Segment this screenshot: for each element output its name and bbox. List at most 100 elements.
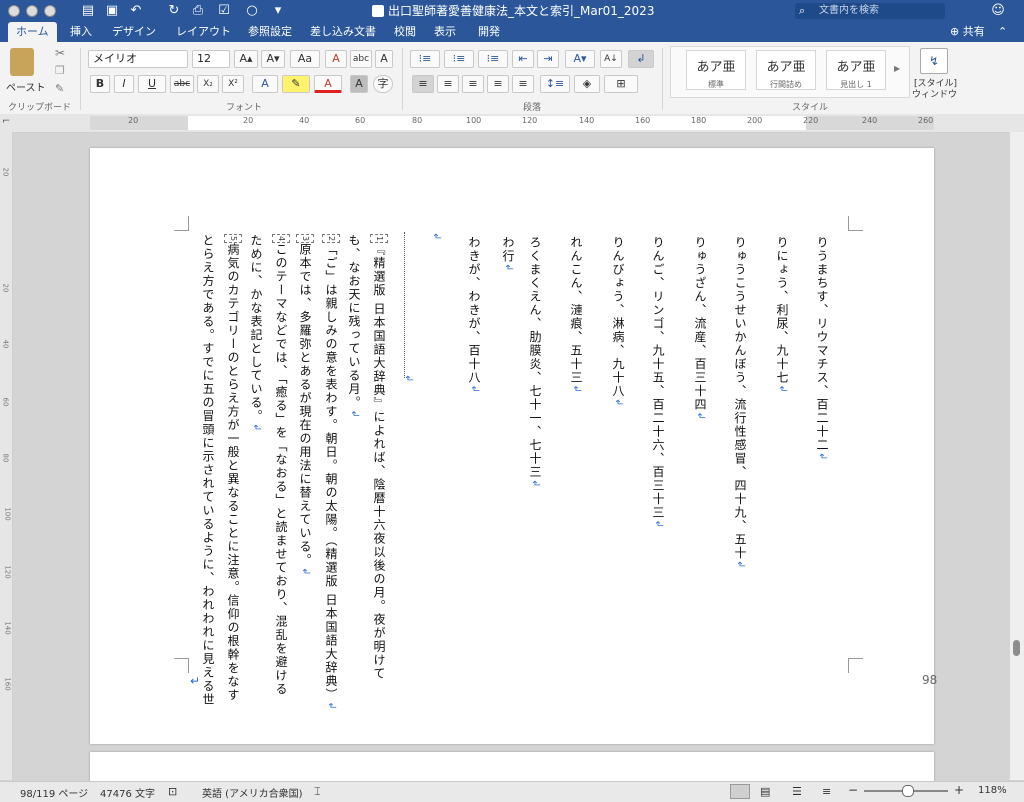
font-size-select[interactable]: 12 xyxy=(192,50,230,68)
zoom-window-button[interactable] xyxy=(44,5,56,17)
bold-button[interactable]: B xyxy=(90,75,110,93)
index-entry: りうまちす、リウマチス、百二十二↲ xyxy=(814,236,830,462)
scrollbar-thumb[interactable] xyxy=(1013,640,1020,656)
text-effects-button[interactable]: A xyxy=(252,75,278,93)
strikethrough-button[interactable]: abc xyxy=(170,75,194,93)
change-case-button[interactable]: Aa xyxy=(290,50,320,68)
undo-icon[interactable]: ↶ xyxy=(128,3,144,19)
draft-view-icon[interactable]: ≡ xyxy=(822,785,831,798)
collapse-ribbon-icon[interactable]: ⌃ xyxy=(998,22,1007,42)
next-page[interactable] xyxy=(90,752,934,782)
italic-button[interactable]: I xyxy=(114,75,134,93)
outline-view-icon[interactable]: ☰ xyxy=(792,785,802,798)
crop-mark xyxy=(848,216,863,231)
style-heading-1[interactable]: あア亜 見出し 1 xyxy=(826,50,886,90)
phonetic-guide-button[interactable]: abc xyxy=(350,50,372,68)
char-border-button[interactable]: A xyxy=(375,50,393,68)
word-count[interactable]: 47476 文字 xyxy=(100,785,155,800)
asian-layout-button[interactable]: A▾ xyxy=(565,50,595,68)
increase-indent-button[interactable]: ⇥ xyxy=(537,50,559,68)
styles-pane-icon[interactable]: ↯ xyxy=(920,48,948,74)
tab-review[interactable]: 校閲 xyxy=(394,22,416,42)
tab-design[interactable]: デザイン xyxy=(112,22,156,42)
styles-pane-label-2[interactable]: ウィンドウ xyxy=(912,87,957,100)
proofing-icon[interactable]: ⊡ xyxy=(168,785,177,798)
grow-font-button[interactable]: A▴ xyxy=(234,50,258,68)
web-layout-view-icon[interactable]: ▤ xyxy=(760,785,770,798)
line-spacing-button[interactable]: ↕≡ xyxy=(540,75,570,93)
show-marks-button[interactable]: ↲ xyxy=(628,50,654,68)
tab-home[interactable]: ホーム xyxy=(8,22,57,42)
style-name: 行間詰め xyxy=(770,80,802,89)
tab-view[interactable]: 表示 xyxy=(434,22,456,42)
footnote-number: 1 xyxy=(370,234,388,244)
cut-icon[interactable]: ✂ xyxy=(55,46,65,60)
borders-button[interactable]: ⊞ xyxy=(604,75,638,93)
page-count[interactable]: 98/119 ページ xyxy=(20,785,88,800)
tab-selector-icon[interactable]: ⌐ xyxy=(2,116,10,127)
style-no-spacing[interactable]: あア亜 行間詰め xyxy=(756,50,816,90)
minimize-window-button[interactable] xyxy=(26,5,38,17)
font-color-button[interactable]: A xyxy=(314,75,342,93)
distributed-button[interactable]: ≡ xyxy=(512,75,534,93)
shrink-font-button[interactable]: A▾ xyxy=(261,50,285,68)
zoom-in-icon[interactable]: + xyxy=(954,783,964,797)
font-name-select[interactable]: メイリオ xyxy=(88,50,188,68)
vertical-scrollbar[interactable] xyxy=(1010,132,1024,780)
document-page[interactable]: りうまちす、リウマチス、百二十二↲ りにょう、利尿、九十七↲ りゅうこうせいかん… xyxy=(90,148,937,744)
print-layout-view-icon[interactable] xyxy=(730,784,750,799)
align-right-button[interactable]: ≡ xyxy=(462,75,484,93)
zoom-level[interactable]: 118% xyxy=(978,785,1007,796)
paste-icon[interactable] xyxy=(10,48,34,76)
share-button[interactable]: ⊕ 共有 xyxy=(950,22,985,42)
paste-label: ペースト xyxy=(6,83,46,94)
char-shading-button[interactable]: A xyxy=(350,75,368,93)
language[interactable]: 英語 (アメリカ合衆国) xyxy=(202,785,302,800)
highlight-button[interactable]: ✎ xyxy=(282,75,310,93)
tab-mailings[interactable]: 差し込み文書 xyxy=(310,22,376,42)
numbering-button[interactable]: ⁝≡ xyxy=(444,50,474,68)
ruler-number: 20 xyxy=(1,283,10,293)
footnote-text: 病気のカテゴリーのとらえ方が一般と異なることに注意。信仰の根幹をなす xyxy=(226,243,240,703)
print-icon[interactable]: ⎙ xyxy=(190,3,206,19)
style-normal[interactable]: あア亜 標準 xyxy=(686,50,746,90)
underline-button[interactable]: U xyxy=(138,75,166,93)
copy-icon[interactable]: ❐ xyxy=(55,64,65,77)
zoom-slider-thumb[interactable] xyxy=(902,785,914,797)
styles-more-icon[interactable]: ▶ xyxy=(894,64,900,73)
clipboard-group-label: クリップボード xyxy=(8,103,72,113)
enclose-char-button[interactable]: 字 xyxy=(373,75,393,93)
tab-developer[interactable]: 開発 xyxy=(478,22,500,42)
tab-references[interactable]: 参照設定 xyxy=(248,22,292,42)
redo-icon[interactable]: ↻ xyxy=(166,3,182,19)
align-center-button[interactable]: ≡ xyxy=(437,75,459,93)
bullets-button[interactable]: ⁝≡ xyxy=(410,50,440,68)
track-changes-icon[interactable]: ⌶ xyxy=(314,785,321,799)
format-painter-icon[interactable]: ✎ xyxy=(55,82,64,95)
entry-text: りんびょう、淋病、九十八 xyxy=(611,236,625,398)
multilevel-list-button[interactable]: ⁝≡ xyxy=(478,50,508,68)
save-icon[interactable]: ▣ xyxy=(104,3,120,19)
align-left-button[interactable]: ≡ xyxy=(412,75,434,93)
decrease-indent-button[interactable]: ⇤ xyxy=(512,50,534,68)
justify-button[interactable]: ≡ xyxy=(487,75,509,93)
zoom-out-icon[interactable]: − xyxy=(848,783,858,797)
search-input[interactable]: ⌕ 文書内を検索 xyxy=(795,3,945,19)
style-name: 標準 xyxy=(708,80,724,89)
ruler-number: 60 xyxy=(1,397,10,407)
close-window-button[interactable] xyxy=(8,5,20,17)
footnote-3: 3原本では、多羅弥とあるが現在の用法に替えている。↲ xyxy=(296,234,314,577)
superscript-button[interactable]: X² xyxy=(222,75,244,93)
sort-button[interactable]: A↓ xyxy=(600,50,622,68)
check-icon[interactable]: ☑ xyxy=(216,3,232,19)
tab-layout[interactable]: レイアウト xyxy=(176,22,231,42)
feedback-icon[interactable]: ☺ xyxy=(990,3,1006,19)
shape-icon[interactable]: ○ xyxy=(244,3,260,19)
sidebar-icon[interactable]: ▤ xyxy=(80,3,96,19)
more-icon[interactable]: ▾ xyxy=(270,3,286,19)
clear-format-button[interactable]: A xyxy=(325,50,347,68)
tab-insert[interactable]: 挿入 xyxy=(70,22,92,42)
ruler-number: 20 xyxy=(1,167,10,177)
shading-button[interactable]: ◈ xyxy=(574,75,600,93)
subscript-button[interactable]: X₂ xyxy=(197,75,219,93)
